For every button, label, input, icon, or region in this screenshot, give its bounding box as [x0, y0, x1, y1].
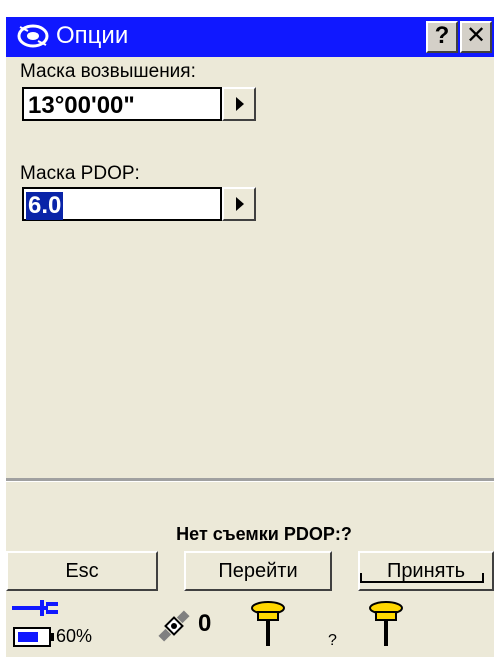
title-bar: Опции ? ✕	[6, 17, 494, 57]
accept-button[interactable]: Принять	[358, 551, 494, 591]
esc-button[interactable]: Esc	[6, 551, 158, 591]
pdop-mask-arrow-button[interactable]	[222, 187, 256, 221]
default-button-frame	[360, 573, 484, 583]
go-button[interactable]: Перейти	[184, 551, 332, 591]
status-area: Нет съемки PDOP:? Esc Перейти Принять	[6, 482, 494, 592]
status-bar: 60% 0 ?	[6, 592, 494, 657]
receiver-icon[interactable]	[248, 598, 288, 648]
elevation-mask-arrow-button[interactable]	[222, 87, 256, 121]
pdop-mask-value: 6.0	[26, 192, 64, 220]
satellite-count: 0	[198, 610, 212, 637]
satellite-icon[interactable]	[154, 606, 194, 646]
pdop-mask-label: Маска PDOP:	[20, 163, 140, 184]
options-panel: Маска возвышения: 13°00'00" Маска PDOP: …	[6, 57, 494, 478]
close-button[interactable]: ✕	[460, 21, 492, 53]
battery-percent: 60%	[56, 626, 93, 646]
status-text: Нет съемки PDOP:?	[176, 524, 352, 544]
pdop-mask-input[interactable]: 6.0	[22, 187, 222, 221]
elevation-mask-label: Маска возвышения:	[20, 61, 196, 82]
elevation-mask-value: 13°00'00"	[28, 92, 135, 119]
right-arrow-icon	[236, 197, 244, 211]
right-arrow-icon	[236, 97, 244, 111]
elevation-mask-input[interactable]: 13°00'00"	[22, 87, 222, 121]
base-receiver-icon[interactable]	[366, 598, 406, 648]
help-button[interactable]: ?	[426, 21, 458, 53]
unknown-indicator: ?	[328, 632, 337, 649]
app-icon	[17, 24, 49, 48]
window-title: Опции	[56, 22, 129, 49]
power-plug-icon	[12, 600, 58, 647]
